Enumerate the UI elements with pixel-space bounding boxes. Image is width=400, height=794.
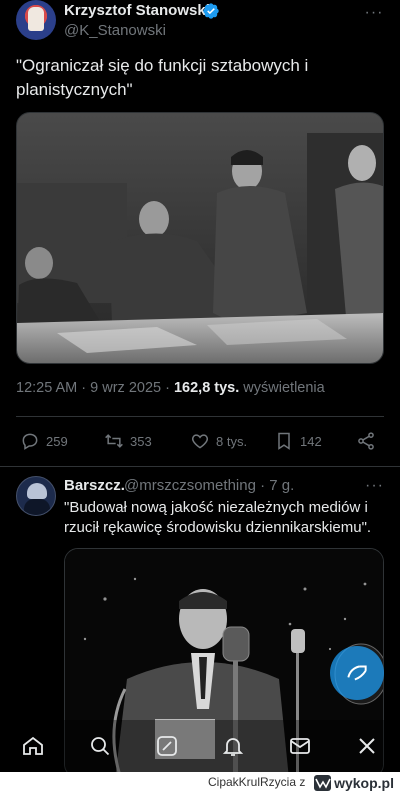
retweet-icon <box>105 434 123 448</box>
compose-icon <box>347 665 367 681</box>
author-name[interactable]: Krzysztof Stanowski <box>64 2 210 19</box>
tweet-timestamp[interactable]: 12:25 AM · 9 wrz 2025 · <box>16 380 174 396</box>
tweet-text: "Ograniczał się do funkcji sztabowych i … <box>16 56 309 99</box>
heart-icon <box>191 434 209 449</box>
reply-icon <box>22 433 38 450</box>
home-icon <box>23 736 44 755</box>
main-tweet-header: Krzysztof Stanowski @K_Stanowski ··· <box>16 0 384 46</box>
wykop-footer: CipakKrulRzycia z wykop.pl <box>0 772 400 794</box>
reply-text: "Budował nową jakość niezależnych mediów… <box>64 499 372 536</box>
divider <box>16 416 384 417</box>
share-button[interactable] <box>356 430 376 452</box>
reply-count: 259 <box>46 433 68 449</box>
tweet-photo[interactable] <box>16 112 384 364</box>
bookmark-icon <box>278 432 290 450</box>
grok-icon <box>156 736 177 756</box>
x-app-screen: Krzysztof Stanowski @K_Stanowski ··· "Og… <box>0 0 400 772</box>
communities-icon <box>358 738 375 754</box>
avatar[interactable] <box>16 476 56 516</box>
footer-author[interactable]: CipakKrulRzycia <box>208 775 296 789</box>
tweet-actions: 259 353 8 tys. 142 <box>16 424 384 458</box>
nav-grok[interactable] <box>153 732 181 760</box>
share-icon <box>358 432 374 450</box>
wykop-site: wykop.pl <box>334 775 394 791</box>
verified-badge-icon <box>203 3 219 19</box>
author-handle[interactable]: @K_Stanowski <box>64 22 166 39</box>
retweet-count: 353 <box>130 433 152 449</box>
search-icon <box>91 737 110 756</box>
photo-officers-map-table <box>17 113 383 363</box>
reply-button[interactable]: 259 <box>20 430 68 452</box>
views-label: wyświetlenia <box>239 380 325 396</box>
nav-notifications[interactable] <box>219 732 247 760</box>
compose-button[interactable] <box>330 646 384 700</box>
like-count: 8 tys. <box>216 433 248 449</box>
more-icon[interactable]: ··· <box>365 477 384 495</box>
footer-credit: CipakKrulRzycia z <box>208 775 305 789</box>
tweet-meta: 12:25 AM · 9 wrz 2025 · 162,8 tys. wyświ… <box>16 380 325 396</box>
footer-z: z <box>299 775 306 789</box>
reply-author-name[interactable]: Barszcz. <box>64 477 125 494</box>
messages-icon <box>290 738 310 754</box>
bookmark-button[interactable]: 142 <box>274 430 322 452</box>
views-count: 162,8 tys. <box>173 380 240 396</box>
avatar[interactable] <box>16 0 56 40</box>
nav-messages[interactable] <box>286 732 314 760</box>
reply-author-handle[interactable]: @mrszczsomething · 7 g. <box>124 477 294 494</box>
like-button[interactable]: 8 tys. <box>190 430 247 452</box>
wykop-logo[interactable]: wykop.pl <box>314 774 394 792</box>
retweet-button[interactable]: 353 <box>104 430 152 452</box>
bottom-nav <box>0 720 400 772</box>
divider <box>0 466 400 467</box>
notifications-icon <box>223 738 244 756</box>
wykop-logo-icon <box>314 775 332 791</box>
nav-home[interactable] <box>19 732 47 760</box>
more-icon[interactable]: ··· <box>364 4 384 21</box>
nav-communities[interactable] <box>353 732 381 760</box>
nav-search[interactable] <box>86 732 114 760</box>
bookmark-count: 142 <box>300 433 322 449</box>
